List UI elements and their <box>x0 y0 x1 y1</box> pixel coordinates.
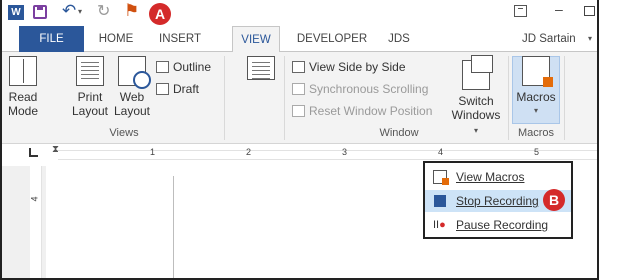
print-layout-label-line1: Print <box>77 90 103 104</box>
group-separator <box>224 56 225 140</box>
user-dropdown-icon[interactable]: ▾ <box>588 26 592 52</box>
pause-record-icon: II● <box>433 219 446 231</box>
macros-group-label: Macros <box>517 127 555 139</box>
reset-window-position-icon <box>292 105 305 117</box>
ruler-strip <box>58 150 597 160</box>
ribbon-tab-bar: FILE HOME INSERT VIEW DEVELOPER JDS JD S… <box>2 26 597 53</box>
draft-icon <box>156 83 169 95</box>
tab-home[interactable]: HOME <box>92 26 140 52</box>
margin-guide <box>173 176 174 278</box>
read-mode-button[interactable]: Read Mode <box>6 56 40 118</box>
tab-jds[interactable]: JDS <box>379 26 419 52</box>
restore-icon[interactable] <box>584 6 595 16</box>
read-mode-icon <box>9 56 37 86</box>
vertical-ruler-number: 4 <box>29 196 40 202</box>
user-account-name[interactable]: JD Sartain <box>522 26 576 52</box>
window-group-label: Window <box>379 127 419 139</box>
macros-button[interactable]: Macros ▾ <box>514 56 558 118</box>
read-mode-label-line1: Read <box>8 90 38 104</box>
ruler-number: 3 <box>342 147 348 157</box>
reset-window-position-button[interactable]: Reset Window Position <box>292 102 432 120</box>
group-separator <box>508 56 509 140</box>
callout-badge-a: A <box>149 3 171 25</box>
ribbon-view: Read Mode Print Layout Web Layout Outlin… <box>2 52 597 144</box>
pause-recording-label: Pause Recording <box>456 218 549 232</box>
print-layout-label-line2: Layout <box>71 104 109 118</box>
stop-square-icon <box>434 195 446 207</box>
ruler-number: 2 <box>246 147 252 157</box>
macros-dropdown-icon[interactable]: ▾ <box>514 104 558 118</box>
switch-windows-label-line1: Switch <box>458 94 494 108</box>
vertical-ruler <box>30 166 42 278</box>
tab-view[interactable]: VIEW <box>232 26 280 53</box>
web-layout-button[interactable]: Web Layout <box>112 56 152 118</box>
synchronous-scrolling-button[interactable]: Synchronous Scrolling <box>292 80 428 98</box>
stop-recording-label: Stop Recording <box>456 194 539 208</box>
web-layout-icon <box>118 56 151 89</box>
repeat-icon[interactable]: ↻ <box>97 1 110 21</box>
save-icon[interactable] <box>33 5 47 19</box>
reset-window-position-label: Reset Window Position <box>309 104 433 118</box>
view-side-by-side-button[interactable]: View Side by Side <box>292 58 406 76</box>
read-mode-label-line2: Mode <box>7 104 39 118</box>
view-side-by-side-label: View Side by Side <box>309 60 406 74</box>
macro-recording-status-icon[interactable]: ⚑ <box>124 1 139 21</box>
view-macros-icon <box>433 170 449 185</box>
synchronous-scrolling-label: Synchronous Scrolling <box>309 82 429 96</box>
switch-windows-icon <box>462 55 493 90</box>
word-window: W ↶ ▾ ↻ ⚑ A – FILE HOME INSERT VIEW DEVE… <box>0 0 599 280</box>
draft-label: Draft <box>173 82 200 96</box>
menu-item-view-macros[interactable]: View Macros <box>425 166 571 188</box>
tab-file[interactable]: FILE <box>19 26 84 52</box>
views-group-label: Views <box>109 127 139 139</box>
macros-icon <box>522 56 553 87</box>
macros-label: Macros <box>516 90 556 104</box>
outline-icon <box>156 61 169 73</box>
outline-button[interactable]: Outline <box>156 58 211 76</box>
web-layout-label-line2: Layout <box>113 104 151 118</box>
draft-button[interactable]: Draft <box>156 80 199 98</box>
word-app-icon: W <box>8 5 24 20</box>
group-separator <box>284 56 285 140</box>
callout-badge-b: B <box>543 189 565 211</box>
switch-windows-button[interactable]: Switch Windows ▾ <box>448 55 504 138</box>
group-separator <box>564 56 565 140</box>
ruler-number: 4 <box>438 147 444 157</box>
undo-icon[interactable]: ↶ <box>62 1 76 21</box>
web-layout-label-line1: Web <box>119 90 145 104</box>
minimize-icon[interactable]: – <box>555 1 563 17</box>
print-layout-button[interactable]: Print Layout <box>70 56 110 118</box>
print-layout-icon <box>76 56 104 86</box>
quick-access-toolbar: W ↶ ▾ ↻ ⚑ A – <box>2 0 597 26</box>
synchronous-scrolling-icon <box>292 83 305 95</box>
tab-insert[interactable]: INSERT <box>154 26 206 52</box>
side-by-side-icon <box>292 61 305 73</box>
ribbon-display-options-icon[interactable] <box>514 5 527 17</box>
ruler-view-button[interactable] <box>244 56 278 84</box>
tab-developer[interactable]: DEVELOPER <box>292 26 372 52</box>
undo-dropdown-icon[interactable]: ▾ <box>78 7 82 16</box>
one-page-icon <box>247 56 275 80</box>
tab-selector-icon[interactable] <box>29 148 38 157</box>
ruler-number: 5 <box>534 147 540 157</box>
menu-item-pause-recording[interactable]: II● Pause Recording <box>425 214 571 236</box>
ruler-number: 1 <box>150 147 156 157</box>
view-macros-label: View Macros <box>456 170 525 184</box>
outline-label: Outline <box>173 60 212 74</box>
